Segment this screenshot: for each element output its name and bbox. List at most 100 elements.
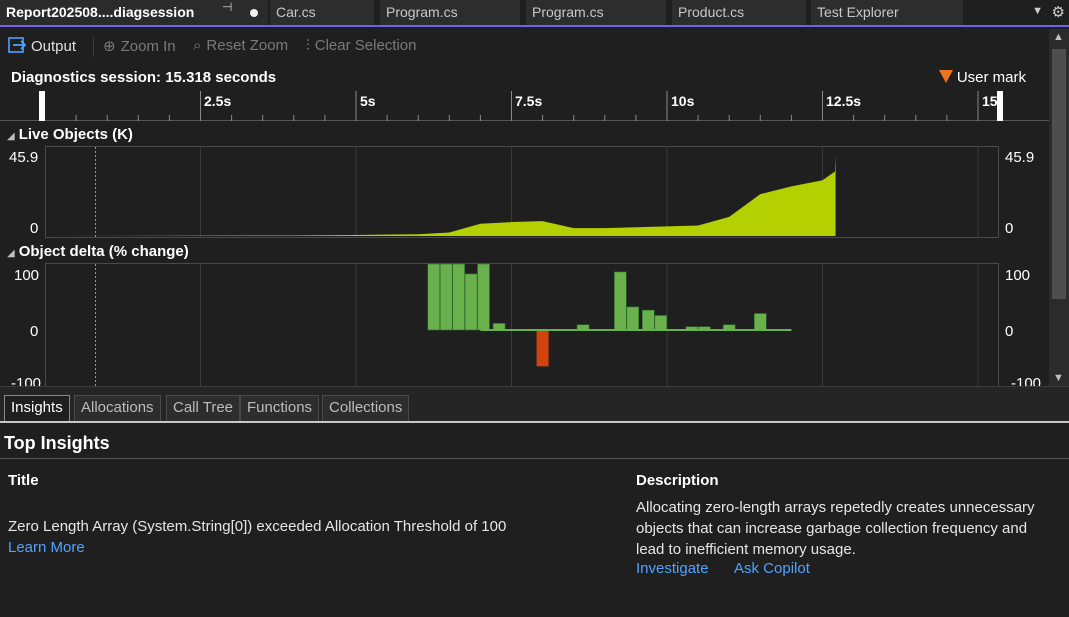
zoom-in-label: Zoom In [120,38,176,55]
object-delta-title: Object delta (% change) [18,243,189,260]
analysis-tab-strip: Insights Allocations Call Tree Functions… [0,386,1069,421]
live-objects-y-max-right: 45.9 [1005,149,1035,166]
insight-description: Allocating zero-length arrays repetedly … [636,499,1035,558]
tab-label: Report202508....diagsession [6,4,195,20]
title-column-header: Title [8,472,39,489]
positive-delta-bar [452,263,465,331]
tab-program-cs[interactable]: Program.cs [380,0,520,25]
user-mark-label: User mark [956,69,1026,86]
object-delta-y-bottom-left: -100 [11,375,42,386]
reset-zoom-label: Reset Zoom [206,37,289,54]
tab-label: Functions [247,399,313,416]
positive-delta-bar [464,273,478,331]
zoom-in-button[interactable]: ⊕ Zoom In [103,37,176,55]
document-tab-strip: Report202508....diagsession ⊣ Car.cs Pro… [0,0,1069,27]
clear-selection-label: Clear Selection [314,37,417,54]
ruler-label: 10s [671,93,695,109]
output-icon [8,37,27,55]
object-delta-bars [427,263,792,367]
positive-delta-bar [642,309,655,331]
positive-delta-bar [654,315,668,331]
tab-collections[interactable]: Collections [322,395,410,421]
positive-delta-bar [439,263,453,331]
tab-call-tree[interactable]: Call Tree [166,395,241,421]
magnifier-icon: ⌕ [193,37,202,54]
user-mark-triangle-icon [938,70,953,83]
object-delta-y-bottom-right: -100 [1011,375,1042,386]
ruler-labels: 2.5s 5s 7.5s 10s 12.5s 15 [204,93,998,109]
session-duration-label: Diagnostics session: 15.318 seconds [11,69,277,86]
live-objects-title: Live Objects (K) [18,126,133,143]
learn-more-link[interactable]: Learn More [8,539,85,556]
live-objects-header[interactable]: ◢ Live Objects (K) [7,126,133,143]
diagnostics-toolbar: Output ⊕ Zoom In ⌕ Reset Zoom ⫶ Clear Selec… [0,29,1049,63]
object-delta-clip: -100 -100 [0,262,1049,386]
zoom-in-icon: ⊕ [103,38,116,55]
tab-functions[interactable]: Functions [240,395,320,421]
tab-label: Call Tree [173,399,234,416]
live-objects-y-min-right: 0 [1005,220,1014,237]
negative-delta-bar [536,330,549,367]
object-delta-header[interactable]: ◢ Object delta (% change) [7,243,189,260]
tab-label: Test Explorer [817,4,899,20]
collapse-caret-icon: ◢ [7,131,15,142]
pin-icon[interactable]: ⊣ [222,0,232,14]
tab-label: Allocations [81,399,154,416]
tab-overflow-chevron-icon[interactable]: ▼ [1032,5,1043,17]
user-mark-legend: User mark [938,69,1026,86]
investigate-link[interactable]: Investigate [636,560,709,577]
ask-copilot-link[interactable]: Ask Copilot [734,560,810,577]
positive-delta-bar [427,263,441,331]
object-delta-chart[interactable] [45,263,1000,386]
insights-divider [0,458,1069,459]
top-insights-heading: Top Insights [4,433,110,453]
ruler-label: 2.5s [204,93,231,109]
live-objects-y-max-left: 45.9 [9,149,39,166]
toolbar-separator [93,37,94,57]
vertical-scrollbar[interactable]: ▲ ▼ [1049,29,1069,386]
insights-panel: Top Insights Title Description Zero Leng… [0,421,1069,617]
live-objects-chart[interactable] [45,146,1000,238]
ruler-svg: 2.5s 5s 7.5s 10s 12.5s 15 [39,91,1003,121]
ruler-label: 5s [360,93,376,109]
clear-selection-icon: ⫶ [306,37,310,54]
scrollbar-thumb[interactable] [1052,49,1066,299]
ruler-label: 12.5s [826,93,861,109]
tab-car-cs[interactable]: Car.cs [270,0,374,25]
tab-label: Program.cs [532,4,604,20]
tab-label: Collections [329,399,403,416]
ruler-label: 7.5s [515,93,542,109]
positive-delta-bar [477,263,490,331]
tab-label: Product.cs [678,4,745,20]
output-label: Output [31,38,77,55]
tab-insights[interactable]: Insights [4,395,70,421]
output-button[interactable]: Output [8,37,76,55]
timeline-ruler[interactable]: 2.5s 5s 7.5s 10s 12.5s 15 [0,91,1049,121]
modified-dot-icon [250,9,258,17]
positive-delta-bar [753,313,767,331]
object-delta-plot-frame [45,263,999,386]
tab-program-cs-2[interactable]: Program.cs [526,0,666,25]
insight-title: Zero Length Array (System.String[0]) exc… [8,518,507,535]
ruler-start-handle[interactable] [39,91,45,121]
tab-label: Program.cs [386,4,458,20]
positive-delta-bar [626,306,640,331]
tab-label: Insights [11,399,63,416]
live-objects-y-min-left: 0 [30,220,39,237]
gear-icon[interactable]: ⚙ [1052,3,1065,21]
scroll-up-arrow-icon[interactable]: ▲ [1053,31,1064,43]
tab-test-explorer[interactable]: Test Explorer [811,0,963,25]
live-objects-area [45,156,836,236]
ruler-end-handle[interactable] [997,91,1003,121]
scroll-down-arrow-icon[interactable]: ▼ [1053,372,1064,384]
live-objects-gridlines [200,146,979,238]
tab-product-cs[interactable]: Product.cs [672,0,806,25]
ruler-label: 15 [982,93,998,109]
positive-delta-bar [614,271,627,331]
description-column-header: Description [636,472,719,489]
clear-selection-button[interactable]: ⫶ Clear Selection [306,37,416,54]
collapse-caret-icon: ◢ [7,248,15,259]
tab-label: Car.cs [276,4,316,20]
reset-zoom-button[interactable]: ⌕ Reset Zoom [193,37,288,54]
tab-allocations[interactable]: Allocations [74,395,161,421]
